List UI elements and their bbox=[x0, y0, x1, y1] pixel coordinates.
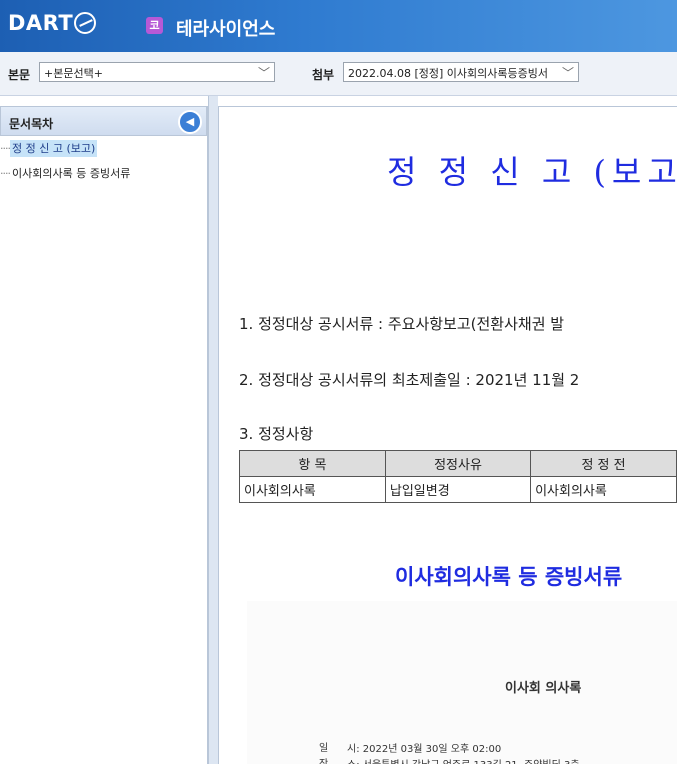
toc-header: 문서목차 ◀ bbox=[0, 106, 207, 136]
company-type-badge: 코 bbox=[146, 17, 163, 34]
chevron-down-icon: ﹀ bbox=[561, 64, 574, 81]
tree-line: ···· bbox=[0, 167, 11, 180]
scan-title: 이사회 의사록 bbox=[505, 681, 582, 696]
scan-row-value: 시: 2022년 03월 30일 오후 02:00 bbox=[347, 744, 502, 755]
table-header-reason: 정정사유 bbox=[384, 450, 532, 477]
toc-item-label: 이사회의사록 등 증빙서류 bbox=[12, 167, 131, 180]
logo-emblem-icon bbox=[74, 12, 97, 34]
main-doc-select-value: +본문선택+ bbox=[44, 67, 103, 80]
chevron-left-icon: ◀ bbox=[185, 115, 195, 128]
attachment-label: 첨부 bbox=[312, 68, 335, 82]
app-header: DART 코 테라사이언스 bbox=[0, 0, 677, 52]
collapse-sidebar-button[interactable]: ◀ bbox=[178, 110, 202, 134]
main-doc-select[interactable]: +본문선택+ ﹀ bbox=[39, 62, 275, 82]
table-header-row: 항 목 정정사유 정 정 전 bbox=[239, 450, 677, 477]
table-row: 이사회의사록 납입일변경 이사회의사록 bbox=[239, 476, 677, 503]
document-viewer: 정 정 신 고 (보고) 1. 정정대상 공시서류 : 주요사항보고(전환사채권… bbox=[218, 106, 677, 764]
attachment-select-value: 2022.04.08 [정정] 이사회의사록등증빙서 bbox=[348, 67, 548, 80]
table-cell: 납입일변경 bbox=[384, 476, 532, 503]
toc-sidebar: 문서목차 ◀ ···· 정 정 신 고 (보고) ···· 이사회의사록 등 증빙서… bbox=[0, 106, 208, 764]
attachment-select[interactable]: 2022.04.08 [정정] 이사회의사록등증빙서 ﹀ bbox=[343, 62, 579, 82]
table-header-before: 정 정 전 bbox=[530, 450, 677, 477]
toc-item-label: 정 정 신 고 (보고) bbox=[10, 140, 98, 157]
item-1: 1. 정정대상 공시서류 : 주요사항보고(전환사채권 발 bbox=[239, 315, 565, 333]
section-title-evidence: 이사회의사록 등 증빙서류 bbox=[395, 564, 623, 589]
dart-logo[interactable]: DART bbox=[8, 8, 97, 38]
toc-item-correction-report[interactable]: ···· 정 정 신 고 (보고) bbox=[0, 140, 98, 157]
pane-splitter[interactable] bbox=[208, 96, 218, 764]
tree-line: ···· bbox=[0, 142, 11, 155]
scan-row-label: 일 bbox=[319, 743, 329, 754]
table-cell: 이사회의사록 bbox=[239, 476, 386, 503]
scan-row-label: 장 bbox=[319, 755, 328, 764]
table-cell: 이사회의사록 bbox=[530, 476, 677, 503]
logo-text: DART bbox=[8, 11, 74, 35]
toc-item-board-minutes[interactable]: ···· 이사회의사록 등 증빙서류 bbox=[0, 165, 132, 181]
item-2: 2. 정정대상 공시서류의 최초제출일 : 2021년 11월 2 bbox=[239, 371, 580, 389]
toolbar: 본문 +본문선택+ ﹀ 첨부 2022.04.08 [정정] 이사회의사록등증빙… bbox=[0, 52, 677, 96]
scan-row-value: 소: 서울특별시 강남구 언주로 133길 21, 주양빌딩 3층 bbox=[347, 756, 580, 764]
correction-table: 항 목 정정사유 정 정 전 이사회의사록 납입일변경 이사회의사록 bbox=[239, 450, 677, 503]
table-header-item: 항 목 bbox=[239, 450, 386, 477]
toc-title: 문서목차 bbox=[9, 117, 54, 131]
document-title: 정 정 신 고 (보고) bbox=[387, 153, 677, 191]
item-3: 3. 정정사항 bbox=[239, 425, 314, 443]
chevron-down-icon: ﹀ bbox=[257, 66, 270, 80]
company-name: 테라사이언스 bbox=[176, 19, 276, 40]
main-doc-label: 본문 bbox=[8, 68, 31, 82]
